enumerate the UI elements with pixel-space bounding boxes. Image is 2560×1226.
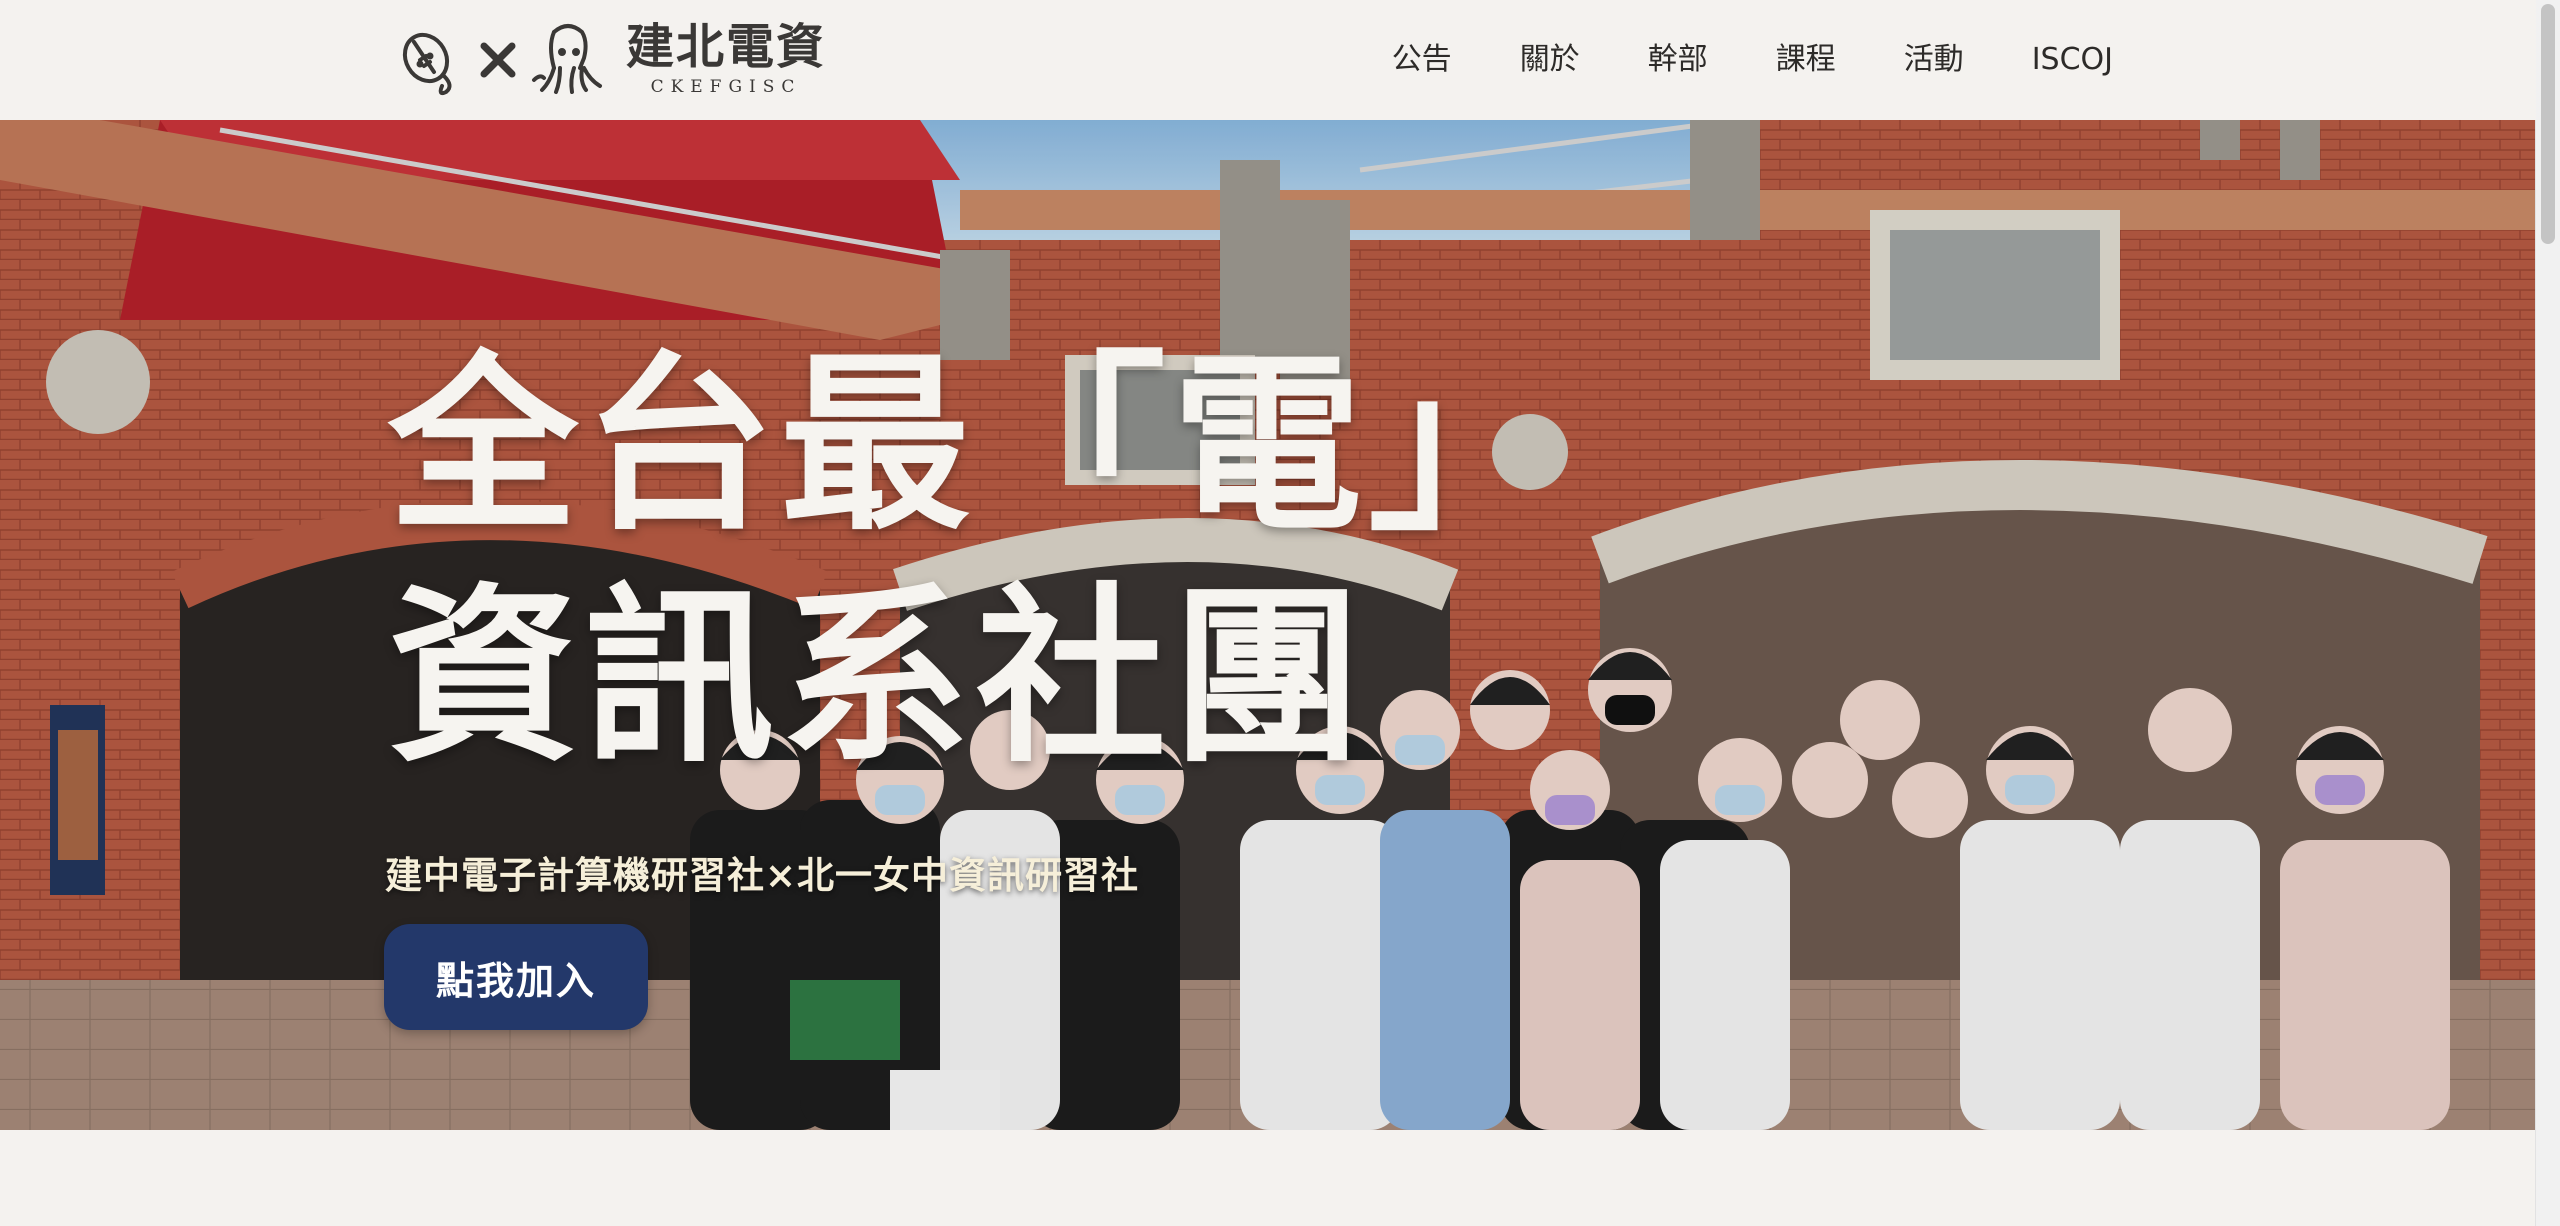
logo-mark xyxy=(390,20,612,100)
squid-mascot-icon xyxy=(532,24,602,94)
join-button[interactable]: 點我加入 xyxy=(384,924,648,1030)
logo-title: 建北電資 xyxy=(626,19,827,75)
scrollbar-thumb[interactable] xyxy=(2541,4,2555,244)
hero-title-line-2: 資訊系社團 xyxy=(388,566,1369,788)
nav-item-courses[interactable]: 課程 xyxy=(1742,0,1870,120)
logo-text: 建北電資 CKEFGISC xyxy=(626,23,826,97)
hero-title-line-1: 全台最「電」 xyxy=(388,335,1565,556)
logo-subtitle: CKEFGISC xyxy=(650,77,802,97)
mouse-mascot-icon xyxy=(402,32,452,96)
page-scrollbar[interactable] xyxy=(2535,0,2560,1226)
hero-subtitle: 建中電子計算機研習社×北一女中資訊研習社 xyxy=(385,854,1140,897)
site-header: 建北電資 CKEFGISC 公告 關於 幹部 課程 活動 ISCOJ xyxy=(0,0,2536,120)
cross-icon xyxy=(480,42,516,78)
nav-item-about[interactable]: 關於 xyxy=(1486,0,1614,120)
nav-item-iscoj[interactable]: ISCOJ xyxy=(1998,0,2113,120)
main-nav: 公告 關於 幹部 課程 活動 ISCOJ xyxy=(1358,0,2113,120)
site-logo[interactable]: 建北電資 CKEFGISC xyxy=(390,18,826,102)
nav-item-events[interactable]: 活動 xyxy=(1870,0,1998,120)
nav-item-officers[interactable]: 幹部 xyxy=(1614,0,1742,120)
nav-item-announcements[interactable]: 公告 xyxy=(1358,0,1486,120)
hero-banner: 全台最「電」 資訊系社團 建中電子計算機研習社×北一女中資訊研習社 點我加入 xyxy=(0,120,2536,1130)
hero-title: 全台最「電」 資訊系社團 xyxy=(388,330,1564,794)
